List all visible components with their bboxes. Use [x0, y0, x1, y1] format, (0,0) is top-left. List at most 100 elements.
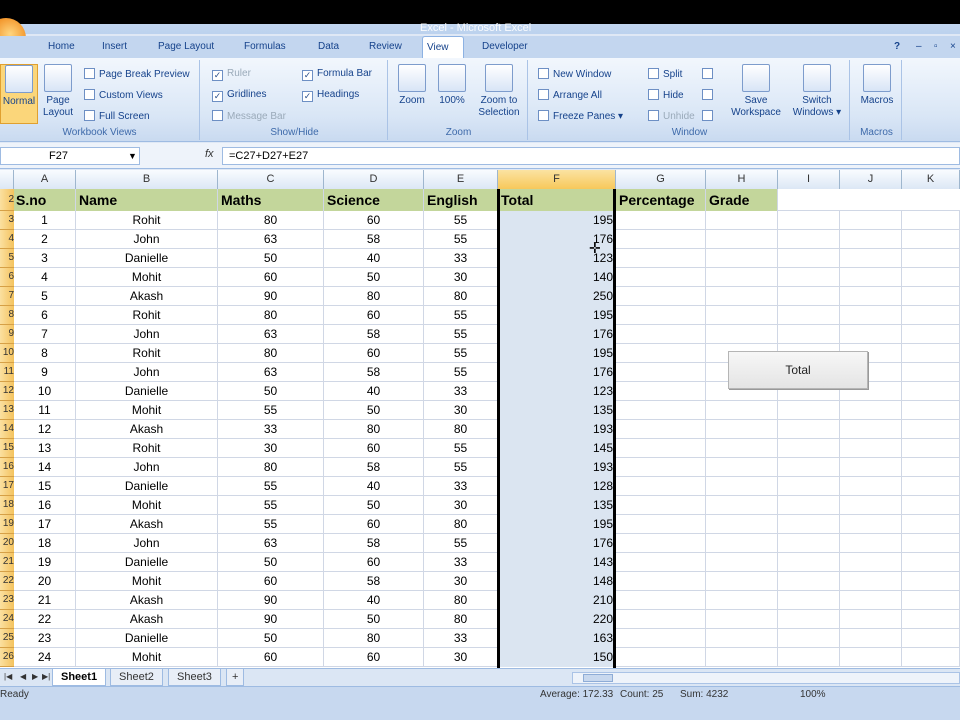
- cell-grade[interactable]: [706, 610, 778, 629]
- cell-science[interactable]: 50: [324, 268, 424, 287]
- cell-maths[interactable]: 63: [218, 534, 324, 553]
- cell-science[interactable]: 40: [324, 249, 424, 268]
- cell-science[interactable]: 60: [324, 211, 424, 230]
- cell-total[interactable]: 176: [498, 534, 616, 553]
- cell-maths[interactable]: 80: [218, 458, 324, 477]
- cell-sno[interactable]: 15: [14, 477, 76, 496]
- chevron-down-icon[interactable]: ▼: [128, 151, 137, 161]
- macros-button[interactable]: Macros: [856, 64, 898, 107]
- cell-k[interactable]: [902, 553, 960, 572]
- sync-scroll-icon[interactable]: [702, 89, 717, 101]
- cell-j[interactable]: [840, 211, 902, 230]
- cell-english[interactable]: 55: [424, 325, 498, 344]
- cell-maths[interactable]: 50: [218, 382, 324, 401]
- row-header[interactable]: 2: [0, 189, 14, 211]
- row-header[interactable]: 12: [0, 382, 14, 401]
- cell-total[interactable]: 163: [498, 629, 616, 648]
- column-header-e[interactable]: E: [424, 170, 498, 189]
- cell-maths[interactable]: 90: [218, 610, 324, 629]
- new-window-button[interactable]: New Window: [538, 68, 611, 80]
- cell-maths[interactable]: 80: [218, 306, 324, 325]
- full-screen-button[interactable]: Full Screen: [84, 110, 150, 122]
- cell-english[interactable]: 80: [424, 515, 498, 534]
- cell-i[interactable]: [778, 572, 840, 591]
- page-layout-view-button[interactable]: Page Layout: [40, 64, 76, 119]
- cell-english[interactable]: 30: [424, 401, 498, 420]
- cell-name[interactable]: Akash: [76, 287, 218, 306]
- cell-grade[interactable]: [706, 553, 778, 572]
- view-side-by-side-icon[interactable]: [702, 68, 717, 80]
- cell-pct[interactable]: [616, 325, 706, 344]
- cell-grade[interactable]: [706, 268, 778, 287]
- cell-k[interactable]: [902, 477, 960, 496]
- cell-maths[interactable]: 60: [218, 268, 324, 287]
- cell-sno[interactable]: 3: [14, 249, 76, 268]
- sheet-tab-sheet2[interactable]: Sheet2: [110, 669, 163, 686]
- cell-sno[interactable]: 13: [14, 439, 76, 458]
- cell-i[interactable]: [778, 325, 840, 344]
- row-header[interactable]: 11: [0, 363, 14, 382]
- header-grade[interactable]: Grade: [706, 189, 778, 211]
- cell-english[interactable]: 33: [424, 553, 498, 572]
- header-science[interactable]: Science: [324, 189, 424, 211]
- cell-k[interactable]: [902, 420, 960, 439]
- cell-name[interactable]: Akash: [76, 420, 218, 439]
- cell-k[interactable]: [902, 306, 960, 325]
- cell-j[interactable]: [840, 268, 902, 287]
- cell-j[interactable]: [840, 515, 902, 534]
- cell-sno[interactable]: 18: [14, 534, 76, 553]
- cell-name[interactable]: Rohit: [76, 439, 218, 458]
- cell-english[interactable]: 80: [424, 420, 498, 439]
- cell-sno[interactable]: 19: [14, 553, 76, 572]
- cell-j[interactable]: [840, 572, 902, 591]
- cell-i[interactable]: [778, 458, 840, 477]
- column-header-h[interactable]: H: [706, 170, 778, 189]
- cell-grade[interactable]: [706, 211, 778, 230]
- cell-name[interactable]: Mohit: [76, 401, 218, 420]
- prev-sheet-icon[interactable]: ◀: [20, 672, 26, 681]
- cell-k[interactable]: [902, 629, 960, 648]
- cell-pct[interactable]: [616, 249, 706, 268]
- cell-i[interactable]: [778, 629, 840, 648]
- freeze-panes-button[interactable]: Freeze Panes ▾: [538, 110, 623, 122]
- cell-i[interactable]: [778, 249, 840, 268]
- cell-science[interactable]: 60: [324, 306, 424, 325]
- cell-maths[interactable]: 60: [218, 648, 324, 667]
- cell-maths[interactable]: 60: [218, 572, 324, 591]
- column-header-d[interactable]: D: [324, 170, 424, 189]
- row-header[interactable]: 8: [0, 306, 14, 325]
- headings-checkbox[interactable]: ✓ Headings: [302, 89, 359, 102]
- cell-maths[interactable]: 55: [218, 477, 324, 496]
- cell-j[interactable]: [840, 610, 902, 629]
- column-header-k[interactable]: K: [902, 170, 960, 189]
- cell-sno[interactable]: 8: [14, 344, 76, 363]
- cell-maths[interactable]: 50: [218, 629, 324, 648]
- select-all-corner[interactable]: [0, 170, 14, 189]
- cell-total[interactable]: 210: [498, 591, 616, 610]
- row-header[interactable]: 20: [0, 534, 14, 553]
- cell-k[interactable]: [902, 230, 960, 249]
- cell-name[interactable]: John: [76, 458, 218, 477]
- cell-total[interactable]: 195: [498, 211, 616, 230]
- cell-j[interactable]: [840, 648, 902, 667]
- cell-english[interactable]: 33: [424, 629, 498, 648]
- cell-pct[interactable]: [616, 363, 706, 382]
- cell-english[interactable]: 55: [424, 306, 498, 325]
- cell-k[interactable]: [902, 648, 960, 667]
- cell-j[interactable]: [840, 439, 902, 458]
- cell-maths[interactable]: 80: [218, 211, 324, 230]
- custom-views-button[interactable]: Custom Views: [84, 89, 163, 101]
- cell-total[interactable]: 195: [498, 306, 616, 325]
- cell-i[interactable]: [778, 230, 840, 249]
- cell-j[interactable]: [840, 496, 902, 515]
- row-header[interactable]: 6: [0, 268, 14, 287]
- cell-name[interactable]: Akash: [76, 610, 218, 629]
- cell-total[interactable]: 123: [498, 382, 616, 401]
- cell-science[interactable]: 60: [324, 515, 424, 534]
- column-header-i[interactable]: I: [778, 170, 840, 189]
- cell-english[interactable]: 55: [424, 458, 498, 477]
- cell-k[interactable]: [902, 458, 960, 477]
- cell-sno[interactable]: 7: [14, 325, 76, 344]
- row-header[interactable]: 23: [0, 591, 14, 610]
- column-header-j[interactable]: J: [840, 170, 902, 189]
